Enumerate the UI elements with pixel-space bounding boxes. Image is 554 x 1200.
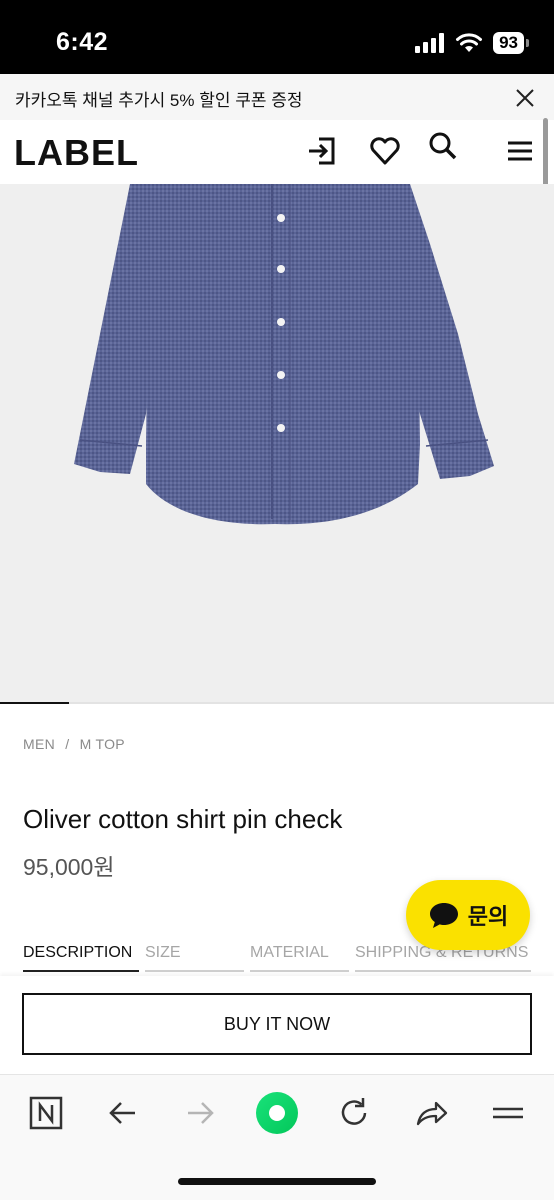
- promo-text: 카카오톡 채널 추가시 5% 할인 쿠폰 증정: [15, 91, 303, 110]
- buy-it-now-button[interactable]: BUY IT NOW: [22, 993, 532, 1055]
- wifi-icon: [456, 33, 483, 52]
- status-bar: 6:42 93: [0, 0, 554, 74]
- browser-menu-button[interactable]: [486, 1091, 530, 1135]
- refresh-button[interactable]: [332, 1091, 376, 1135]
- product-page: 6:42 93 카카오톡 채널 추가시 5% 할인 쿠폰 증정 LABEL ME…: [0, 0, 554, 1200]
- share-icon: [416, 1101, 448, 1126]
- shirt-button: [277, 265, 285, 273]
- shirt-button: [277, 371, 285, 379]
- refresh-icon: [341, 1098, 367, 1125]
- site-header: LABEL: [0, 120, 554, 184]
- forward-button[interactable]: [178, 1091, 222, 1135]
- signal-icon: [415, 33, 445, 53]
- tab-description[interactable]: DESCRIPTION: [23, 940, 139, 972]
- status-time: 6:42: [56, 28, 109, 56]
- battery-indicator: 93: [493, 32, 529, 54]
- shirt-button: [277, 214, 285, 222]
- kakao-chat-button[interactable]: 문의: [406, 880, 530, 950]
- chat-label: 문의: [467, 904, 509, 929]
- shirt-button: [277, 318, 285, 326]
- heart-icon[interactable]: [369, 134, 401, 168]
- product-name: Oliver cotton shirt pin check: [23, 804, 343, 834]
- site-logo[interactable]: LABEL: [14, 132, 139, 174]
- product-price: 95,000원: [23, 854, 115, 880]
- breadcrumb: MEN / M TOP: [23, 736, 131, 752]
- naver-home-button[interactable]: [24, 1091, 68, 1135]
- arrow-left-icon: [109, 1102, 135, 1124]
- login-icon[interactable]: [306, 134, 338, 168]
- breadcrumb-item-men[interactable]: MEN: [23, 736, 55, 752]
- naver-green-dot-button[interactable]: [255, 1091, 299, 1135]
- share-button[interactable]: [409, 1091, 453, 1135]
- status-icons: 93: [415, 30, 529, 56]
- promo-banner[interactable]: 카카오톡 채널 추가시 5% 할인 쿠폰 증정: [0, 74, 554, 120]
- image-carousel-progress: [0, 702, 554, 704]
- buy-bar: BUY IT NOW: [0, 976, 554, 1074]
- tab-size[interactable]: SIZE: [145, 940, 244, 972]
- arrow-right-icon: [188, 1102, 214, 1124]
- image-carousel-progress-fill: [0, 702, 70, 704]
- product-image[interactable]: [0, 184, 554, 702]
- tab-material[interactable]: MATERIAL: [250, 940, 349, 972]
- chat-bubble-icon: [429, 903, 458, 928]
- shirt-illustration: [74, 184, 494, 525]
- search-icon[interactable]: [427, 130, 459, 164]
- hamburger-icon: [493, 1107, 523, 1119]
- breadcrumb-separator: /: [65, 736, 70, 752]
- home-indicator[interactable]: [178, 1178, 376, 1185]
- breadcrumb-item-m-top[interactable]: M TOP: [80, 736, 125, 752]
- naver-n-icon: [29, 1096, 63, 1130]
- back-button[interactable]: [101, 1091, 145, 1135]
- green-dot-icon: [256, 1092, 298, 1134]
- menu-icon[interactable]: [505, 134, 537, 168]
- shirt-button: [277, 424, 285, 432]
- close-icon[interactable]: [514, 87, 536, 109]
